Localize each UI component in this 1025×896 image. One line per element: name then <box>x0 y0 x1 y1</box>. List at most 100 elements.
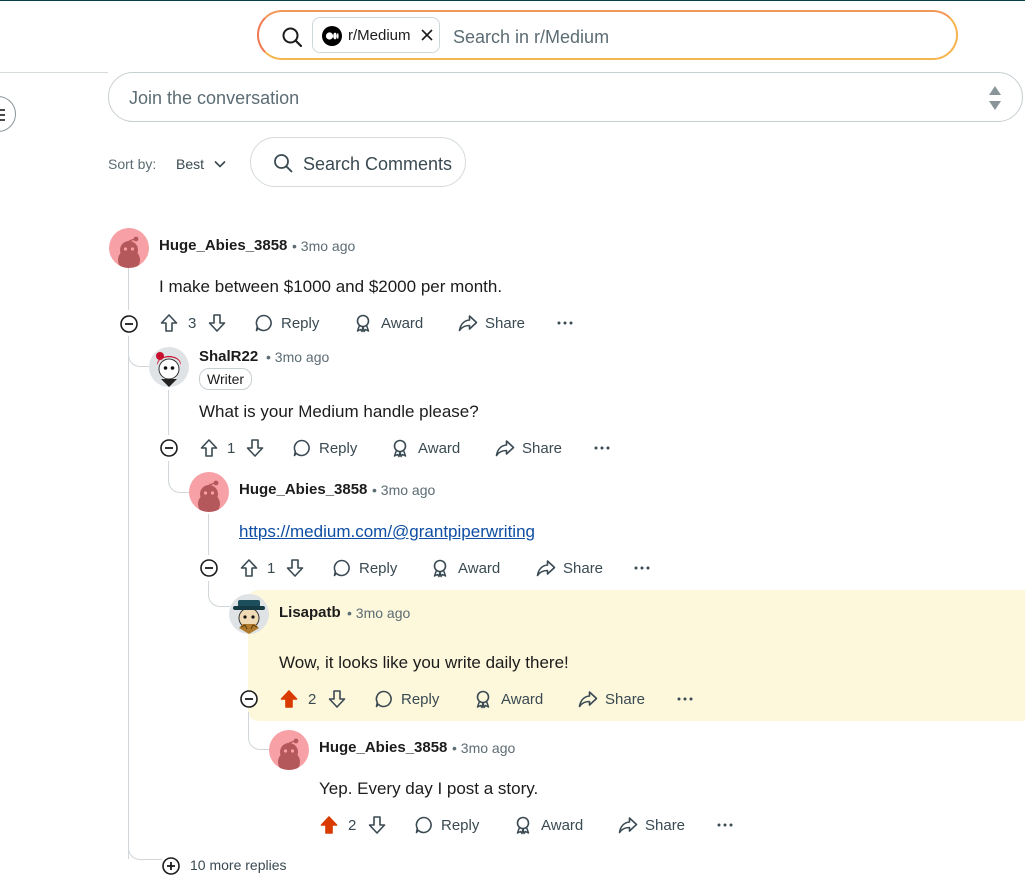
vote-count: 2 <box>308 691 317 708</box>
sort-label: Sort by: <box>108 156 157 172</box>
avatar[interactable] <box>269 730 309 770</box>
comment-text: Yep. Every day I post a story. <box>319 779 539 798</box>
share-button[interactable]: Share <box>522 440 562 457</box>
downvote-icon[interactable] <box>367 815 387 835</box>
subreddit-chip-label: r/Medium <box>348 27 411 44</box>
award-icon[interactable] <box>390 438 410 458</box>
comment-author[interactable]: Lisapatb <box>279 604 341 621</box>
comment-time: • 3mo ago <box>372 482 436 498</box>
reply-icon[interactable] <box>414 815 434 835</box>
more-options-icon[interactable] <box>715 815 735 835</box>
upvote-icon-active[interactable] <box>279 689 299 709</box>
thread-line <box>168 390 169 435</box>
close-icon[interactable] <box>420 27 434 43</box>
upvote-icon-active[interactable] <box>319 815 339 835</box>
reply-icon[interactable] <box>254 313 274 333</box>
downvote-icon[interactable] <box>207 313 227 333</box>
comment-author[interactable]: Huge_Abies_3858 <box>239 481 367 498</box>
search-comments-button[interactable]: Search Comments <box>250 137 466 187</box>
downvote-icon[interactable] <box>245 438 265 458</box>
more-options-icon[interactable] <box>555 313 575 333</box>
search-input[interactable]: Search in r/Medium <box>453 27 609 48</box>
avatar[interactable] <box>229 594 269 634</box>
award-button[interactable]: Award <box>458 560 500 577</box>
search-icon <box>282 27 303 48</box>
comment-composer[interactable]: Join the conversation <box>108 72 1023 122</box>
reply-button[interactable]: Reply <box>319 440 357 457</box>
upvote-icon[interactable] <box>159 313 179 333</box>
avatar[interactable] <box>189 472 229 512</box>
upvote-icon[interactable] <box>199 438 219 458</box>
reply-button[interactable]: Reply <box>401 691 439 708</box>
menu-icon <box>0 109 5 121</box>
award-button[interactable]: Award <box>381 315 423 332</box>
more-options-icon[interactable] <box>632 558 652 578</box>
share-icon[interactable] <box>578 689 598 709</box>
share-button[interactable]: Share <box>605 691 645 708</box>
menu-button[interactable] <box>0 96 16 132</box>
downvote-icon[interactable] <box>327 689 347 709</box>
downvote-icon[interactable] <box>285 558 305 578</box>
composer-placeholder: Join the conversation <box>129 88 300 108</box>
medium-profile-link[interactable]: https://medium.com/@grantpiperwriting <box>239 522 535 542</box>
resize-handle-icon[interactable] <box>988 85 1002 111</box>
comment-author[interactable]: Huge_Abies_3858 <box>159 237 287 254</box>
award-icon[interactable] <box>473 689 493 709</box>
search-bar[interactable]: r/Medium Search in r/Medium <box>257 10 958 60</box>
comment-time: • 3mo ago <box>347 605 411 621</box>
top-border <box>0 0 1025 1</box>
comment-text: What is your Medium handle please? <box>199 402 479 421</box>
collapse-icon[interactable] <box>119 314 139 334</box>
award-button[interactable]: Award <box>541 817 583 834</box>
vote-count: 1 <box>227 440 236 457</box>
collapse-icon[interactable] <box>159 438 179 458</box>
award-icon[interactable] <box>513 815 533 835</box>
comment-time: • 3mo ago <box>452 740 516 756</box>
comment-time: • 3mo ago <box>292 238 356 254</box>
medium-logo-icon <box>322 26 342 46</box>
reply-button[interactable]: Reply <box>359 560 397 577</box>
more-replies-link[interactable]: 10 more replies <box>190 857 287 873</box>
award-button[interactable]: Award <box>418 440 460 457</box>
share-icon[interactable] <box>458 313 478 333</box>
award-icon[interactable] <box>430 558 450 578</box>
expand-icon[interactable] <box>161 856 181 876</box>
thread-connector <box>248 712 270 750</box>
sort-dropdown[interactable]: Best <box>176 156 204 172</box>
thread-connector <box>128 846 162 860</box>
share-icon[interactable] <box>536 558 556 578</box>
subreddit-chip[interactable]: r/Medium <box>312 17 440 53</box>
avatar[interactable] <box>109 228 149 268</box>
award-button[interactable]: Award <box>501 691 543 708</box>
share-button[interactable]: Share <box>645 817 685 834</box>
comment-text: Wow, it looks like you write daily there… <box>279 653 569 672</box>
more-options-icon[interactable] <box>675 689 695 709</box>
collapse-icon[interactable] <box>239 689 259 709</box>
chevron-down-icon[interactable] <box>213 157 227 171</box>
vote-count: 3 <box>188 315 197 332</box>
share-icon[interactable] <box>618 815 638 835</box>
upvote-icon[interactable] <box>239 558 259 578</box>
share-button[interactable]: Share <box>563 560 603 577</box>
vote-count: 2 <box>348 817 357 834</box>
comment-text: I make between $1000 and $2000 per month… <box>159 277 503 296</box>
reply-icon[interactable] <box>332 558 352 578</box>
comment-time: • 3mo ago <box>266 349 330 365</box>
comment-author[interactable]: ShalR22 <box>199 348 258 365</box>
divider <box>0 72 108 73</box>
award-icon[interactable] <box>353 313 373 333</box>
collapse-icon[interactable] <box>199 558 219 578</box>
reply-icon[interactable] <box>374 689 394 709</box>
user-flair-badge: Writer <box>199 368 253 390</box>
thread-connector <box>168 461 190 493</box>
avatar[interactable] <box>149 347 189 387</box>
reply-icon[interactable] <box>292 438 312 458</box>
comment-author[interactable]: Huge_Abies_3858 <box>319 739 447 756</box>
reply-button[interactable]: Reply <box>281 315 319 332</box>
vote-count: 1 <box>267 560 276 577</box>
reply-button[interactable]: Reply <box>441 817 479 834</box>
share-button[interactable]: Share <box>485 315 525 332</box>
share-icon[interactable] <box>495 438 515 458</box>
search-icon <box>274 154 293 173</box>
more-options-icon[interactable] <box>592 438 612 458</box>
